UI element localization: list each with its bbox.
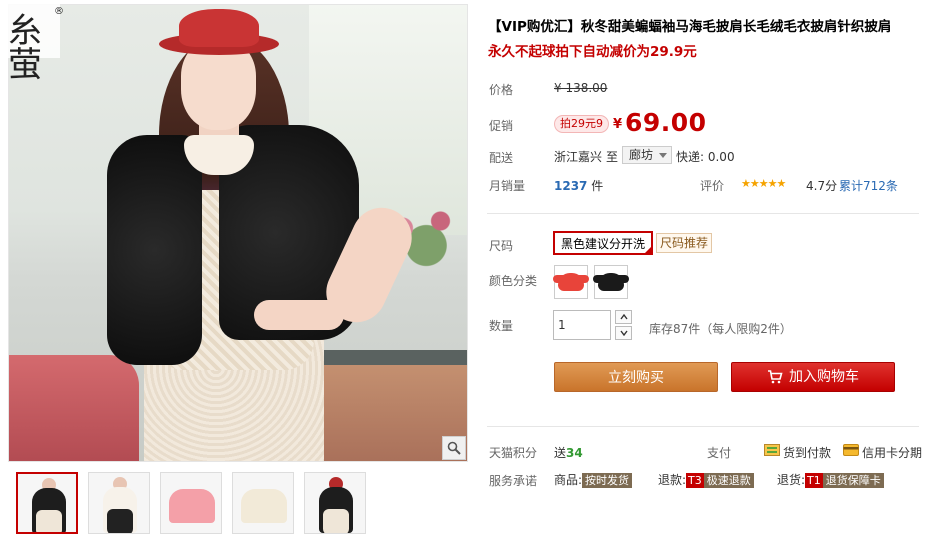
color-option-black[interactable]	[593, 265, 629, 299]
thumbnail-strip	[16, 472, 366, 534]
service-goods: 商品: 按时发货	[554, 471, 633, 488]
thumbnail-5[interactable]	[304, 472, 366, 534]
thumb-pink-cardigan	[169, 489, 215, 523]
quantity-increase-button[interactable]	[615, 310, 632, 324]
divider	[487, 213, 919, 214]
points-info: 送34	[554, 444, 583, 461]
points-label: 天猫积分	[489, 446, 538, 460]
model-hat-crown	[179, 9, 259, 47]
magnifier-icon	[447, 441, 461, 455]
thumb-dress	[36, 510, 62, 532]
price-label: 价格	[489, 83, 514, 97]
currency-symbol: ¥	[613, 117, 623, 132]
registered-mark: ®	[54, 6, 64, 17]
return-guarantee-tag[interactable]: 退货保障卡	[822, 473, 884, 488]
zoom-button[interactable]	[442, 436, 466, 460]
original-price: ¥ 138.00	[554, 81, 608, 95]
brand-logo: 糸萤 ®	[8, 4, 64, 82]
thumbnail-1[interactable]	[16, 472, 78, 534]
rating-label: 评价	[700, 179, 725, 193]
quantity-input[interactable]: 1	[553, 310, 611, 340]
quantity-label: 数量	[489, 319, 514, 333]
star-rating-icon: ★★★★★	[741, 177, 786, 190]
thumb-dress	[323, 509, 349, 533]
points-prefix: 送	[554, 446, 567, 460]
stock-count: 库存87件	[649, 322, 701, 336]
main-product-image[interactable]	[8, 4, 468, 462]
selected-check-icon	[643, 245, 654, 255]
on-time-shipping-tag[interactable]: 按时发货	[582, 473, 633, 488]
thumbnail-2[interactable]	[88, 472, 150, 534]
points-value: 34	[566, 446, 583, 460]
destination-select[interactable]: 廊坊	[622, 146, 673, 164]
red-sweater-icon	[553, 273, 589, 291]
chevron-up-icon	[619, 314, 628, 320]
t3-badge: T3	[686, 473, 704, 488]
current-price: 69.00	[625, 108, 707, 137]
stock-info: 库存87件（每人限购2件）	[649, 320, 792, 337]
background-sofa	[9, 355, 139, 461]
product-subtitle: 永久不起球拍下自动减价为29.9元	[488, 44, 697, 60]
cart-icon	[768, 370, 783, 384]
t1-badge: T1	[805, 473, 823, 488]
payment-label: 支付	[707, 446, 732, 460]
delivery-label: 配送	[489, 151, 514, 165]
size-option-text: 黑色建议分开洗	[561, 237, 646, 251]
service-return-label: 退货:	[777, 473, 806, 487]
add-to-cart-button[interactable]: 加入购物车	[731, 362, 895, 392]
service-goods-label: 商品:	[554, 473, 583, 487]
product-title: 【VIP购优汇】秋冬甜美蝙蝠袖马海毛披肩长毛绒毛衣披肩针织披肩	[488, 19, 892, 35]
add-to-cart-label: 加入购物车	[789, 369, 859, 385]
service-refund-label: 退款:	[658, 473, 687, 487]
purchase-limit: （每人限购2件）	[700, 322, 792, 336]
monthly-sales: 1237 件	[554, 177, 603, 194]
destination-value: 廊坊	[629, 148, 654, 162]
color-label: 颜色分类	[489, 274, 538, 288]
size-option-selected[interactable]: 黑色建议分开洗	[553, 231, 654, 255]
buy-now-button[interactable]: 立刻购买	[554, 362, 718, 392]
shipping-fee: 快递: 0.00	[676, 150, 735, 164]
thumb-cream-cardigan	[241, 489, 287, 523]
review-count-link[interactable]: 累计712条	[839, 177, 898, 194]
promo-badge: 拍29元9	[554, 115, 609, 133]
black-sweater-icon	[593, 273, 629, 291]
service-label: 服务承诺	[489, 474, 538, 488]
size-label: 尺码	[489, 239, 514, 253]
rating-score: 4.7分	[806, 179, 838, 193]
monthly-sales-count: 1237	[554, 179, 588, 193]
delivery-origin: 浙江嘉兴	[554, 150, 603, 164]
thumb-dress	[107, 509, 133, 533]
service-refund: 退款: T3 极速退款	[658, 471, 754, 488]
thumbnail-4[interactable]	[232, 472, 294, 534]
credit-card-installment: 信用卡分期	[862, 446, 923, 460]
monthly-sales-unit: 件	[591, 179, 604, 193]
quantity-decrease-button[interactable]	[615, 326, 632, 340]
chevron-down-icon	[619, 330, 628, 336]
chevron-down-icon	[659, 153, 668, 158]
model-cardigan-left	[107, 135, 202, 365]
promo-label: 促销	[489, 119, 514, 133]
divider	[487, 426, 919, 427]
service-return: 退货: T1 退货保障卡	[777, 471, 884, 488]
fast-refund-tag[interactable]: 极速退款	[703, 473, 754, 488]
size-recommend-button[interactable]: 尺码推荐	[656, 233, 713, 253]
model-hand	[254, 300, 344, 330]
credit-card-icon	[843, 444, 859, 456]
monthly-sales-label: 月销量	[489, 179, 526, 193]
thumbnail-3[interactable]	[160, 472, 222, 534]
color-option-red[interactable]	[553, 265, 589, 299]
cash-on-delivery-icon	[764, 444, 780, 456]
brand-logo-text: 糸萤	[8, 11, 42, 85]
delivery-to: 至	[606, 150, 619, 164]
cash-on-delivery: 货到付款	[783, 446, 832, 460]
